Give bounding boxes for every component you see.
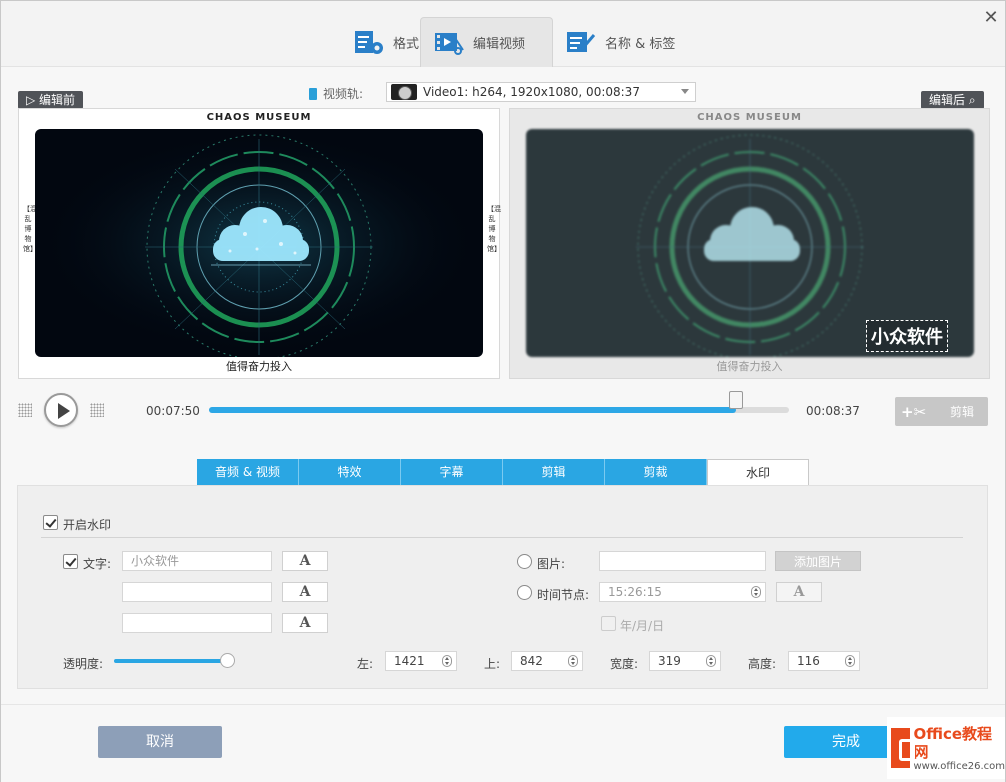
tab-edit-video[interactable]: 编辑视频: [420, 17, 553, 67]
top-input[interactable]: 842: [511, 651, 583, 671]
divider: [41, 537, 963, 538]
subtab-audio-video[interactable]: 音频 & 视频: [197, 459, 299, 485]
video-track-select[interactable]: Video1: h264, 1920x1080, 00:08:37: [386, 82, 696, 102]
brand-name: Office教程网: [913, 724, 993, 761]
subtab-subtitles[interactable]: 字幕: [401, 459, 503, 485]
spinner-icon[interactable]: [568, 655, 578, 667]
edit-video-icon: [433, 30, 465, 56]
text-input-1[interactable]: 小众软件: [122, 551, 272, 571]
font-style-button-3[interactable]: A: [282, 613, 328, 633]
height-input[interactable]: 116: [788, 651, 860, 671]
spinner-icon[interactable]: [442, 655, 452, 667]
date-checkbox[interactable]: [601, 616, 616, 631]
text-label: 文字:: [83, 557, 112, 571]
format-settings-icon: [353, 29, 385, 55]
video-frame: [35, 129, 483, 357]
timeline-scrubber[interactable]: [728, 391, 743, 409]
chevron-down-icon: [681, 89, 689, 94]
tab-edit-video-label: 编辑视频: [473, 37, 526, 52]
date-label: 年/月/日: [620, 619, 665, 633]
watermark-overlay[interactable]: 小众软件: [866, 320, 948, 352]
play-outline-icon: ▷: [26, 93, 40, 107]
opacity-slider[interactable]: [114, 659, 228, 663]
font-style-button-2[interactable]: A: [282, 582, 328, 602]
current-time: 00:07:50: [146, 404, 200, 418]
side-text-right: 【混乱博物馆】: [487, 205, 501, 253]
text-input-2[interactable]: [122, 582, 272, 602]
width-label: 宽度:: [610, 657, 639, 671]
side-text-left: 【混乱博物馆】: [23, 205, 37, 253]
video-caption-after: 值得奋力投入: [716, 360, 783, 373]
image-watermark-checkbox[interactable]: [517, 554, 532, 569]
font-style-button-1[interactable]: A: [282, 551, 328, 571]
subtab-crop[interactable]: 剪裁: [605, 459, 707, 485]
image-path-input[interactable]: [599, 551, 766, 571]
brand-url: www.office26.com: [913, 760, 1006, 772]
after-edit-tag[interactable]: 编辑后 ⌕: [921, 91, 984, 109]
preview-after: CHAOS MUSEUM 小众软件 值得奋力投入: [509, 108, 990, 379]
width-input[interactable]: 319: [649, 651, 721, 671]
mark-out-handle-icon[interactable]: [90, 403, 104, 417]
mark-in-handle-icon[interactable]: [18, 403, 32, 417]
video-title-after: CHAOS MUSEUM: [697, 112, 802, 123]
subtab-clip[interactable]: 剪辑: [503, 459, 605, 485]
opacity-label: 透明度:: [63, 657, 104, 671]
video-title: CHAOS MUSEUM: [206, 112, 312, 123]
scissors-add-icon: +✂: [901, 402, 927, 421]
spinner-icon[interactable]: [706, 655, 716, 667]
image-label: 图片:: [537, 557, 566, 571]
enable-watermark-label: 开启水印: [63, 518, 112, 532]
timestamp-checkbox[interactable]: [517, 585, 532, 600]
left-label: 左:: [357, 657, 374, 671]
timestamp-input[interactable]: 15:26:15: [599, 582, 766, 602]
text-input-3[interactable]: [122, 613, 272, 633]
enable-watermark-checkbox[interactable]: [43, 515, 58, 530]
spinner-icon[interactable]: [845, 655, 855, 667]
film-reel-icon: [391, 84, 417, 100]
video-caption: 值得奋力投入: [226, 360, 292, 373]
search-icon: ⌕: [965, 93, 976, 107]
preview-before: CHAOS MUSEUM 【混乱博物馆】 【混乱博物馆】 值得奋力投入: [18, 108, 501, 379]
timestamp-value: 15:26:15: [608, 585, 662, 599]
cancel-button[interactable]: 取消: [98, 726, 222, 758]
video-track-label: 视频轨:: [309, 85, 363, 102]
tab-name-tag-label: 名称 & 标签: [605, 36, 676, 52]
top-label: 上:: [484, 657, 501, 671]
add-image-button[interactable]: 添加图片: [775, 551, 861, 571]
video-track-value: Video1: h264, 1920x1080, 00:08:37: [423, 85, 640, 99]
video-track-icon: [309, 87, 317, 100]
close-icon[interactable]: ✕: [981, 9, 1001, 29]
office-logo-icon: [891, 728, 915, 768]
text-watermark-checkbox[interactable]: [63, 554, 78, 569]
subtab-effects[interactable]: 特效: [299, 459, 401, 485]
tab-format-label: 格式: [393, 36, 420, 52]
tab-name-tag[interactable]: 名称 & 标签: [553, 17, 687, 67]
height-label: 高度:: [748, 657, 777, 671]
total-time: 00:08:37: [806, 404, 860, 418]
hud-cloud-image: [35, 129, 483, 357]
tab-format[interactable]: 格式: [341, 17, 431, 67]
left-input[interactable]: 1421: [385, 651, 457, 671]
cut-button[interactable]: +✂ 剪辑: [895, 397, 988, 426]
play-button[interactable]: [44, 393, 78, 427]
subtab-watermark[interactable]: 水印: [707, 459, 809, 485]
timestamp-label: 时间节点:: [537, 588, 590, 602]
edit-subtabs: 音频 & 视频 特效 字幕 剪辑 剪裁 水印: [197, 459, 809, 485]
timestamp-font-button[interactable]: A: [776, 582, 822, 602]
site-watermark: Office教程网 www.office26.com: [887, 717, 1005, 779]
name-tag-icon: [565, 29, 597, 55]
edit-video-window: ✕ 格式 编辑视频 名称 & 标签 视频轨: Video1: h264, 192…: [0, 0, 1006, 782]
spinner-icon[interactable]: [751, 586, 761, 598]
timeline-progress-bar[interactable]: [209, 407, 789, 413]
timeline-progress-fill: [209, 407, 736, 413]
before-edit-tag: ▷ 编辑前: [18, 91, 84, 109]
